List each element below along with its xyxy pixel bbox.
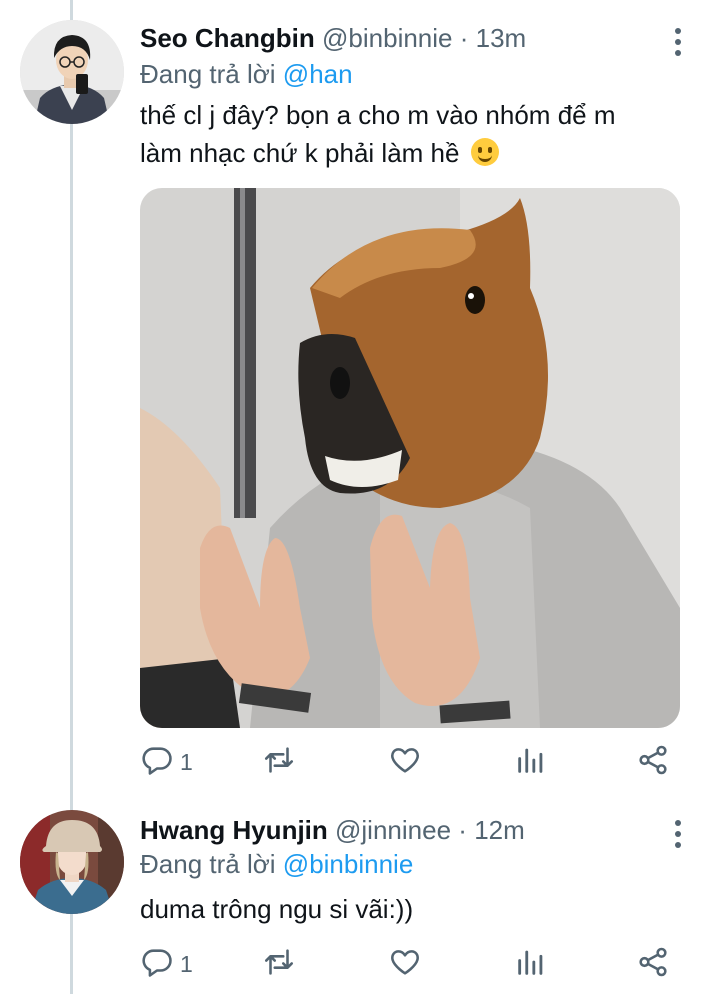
retweet-icon [262, 945, 296, 984]
user-handle[interactable]: @jinninee [335, 815, 451, 845]
timestamp[interactable]: 13m [476, 23, 527, 53]
more-icon[interactable] [666, 24, 690, 60]
share-button[interactable] [636, 944, 670, 984]
replying-to: Đang trả lời @binbinnie [140, 848, 413, 880]
retweet-button[interactable] [262, 944, 296, 984]
reply-icon [140, 945, 174, 984]
mention-link[interactable]: @binbinnie [283, 849, 413, 879]
timestamp[interactable]: 12m [474, 815, 525, 845]
like-icon [388, 945, 422, 984]
reply-button[interactable]: 1 [140, 944, 193, 984]
more-icon[interactable] [666, 816, 690, 852]
avatar[interactable] [20, 20, 124, 124]
separator: · [458, 815, 467, 845]
tweet-image[interactable] [140, 188, 680, 728]
retweet-icon [262, 743, 296, 782]
analytics-icon [514, 945, 548, 984]
tweet-text-line: duma trông ngu si vãi:)) [140, 894, 414, 924]
separator: · [459, 23, 469, 53]
share-icon [636, 743, 670, 782]
reply-icon [140, 743, 174, 782]
display-name[interactable]: Hwang Hyunjin [140, 815, 328, 845]
slightly-smiling-face-icon [470, 138, 499, 166]
like-icon [388, 743, 422, 782]
retweet-button[interactable] [262, 742, 296, 782]
tweet-header: Seo Changbin @binbinnie · 13m [140, 22, 660, 54]
replying-to: Đang trả lời @han [140, 58, 353, 90]
share-icon [636, 945, 670, 984]
avatar[interactable] [20, 810, 124, 914]
tweet-header: Hwang Hyunjin @jinninee · 12m [140, 814, 660, 846]
analytics-icon [514, 743, 548, 782]
analytics-button[interactable] [514, 944, 548, 984]
replying-prefix: Đang trả lời [140, 59, 276, 89]
replying-prefix: Đang trả lời [140, 849, 276, 879]
reply-count: 1 [180, 950, 193, 977]
tweet-text: thế cl j đây? bọn a cho m vào nhóm để m … [140, 96, 700, 172]
user-handle[interactable]: @binbinnie [322, 23, 452, 53]
like-button[interactable] [388, 944, 422, 984]
tweet-text-line: làm nhạc chứ k phải làm hề [140, 138, 460, 168]
display-name[interactable]: Seo Changbin [140, 23, 315, 53]
tweet-actions: 1 [140, 944, 700, 984]
analytics-button[interactable] [514, 742, 548, 782]
tweet-text-line: thế cl j đây? bọn a cho m vào nhóm để m [140, 100, 616, 130]
reply-button[interactable]: 1 [140, 742, 193, 782]
mention-link[interactable]: @han [283, 59, 353, 89]
like-button[interactable] [388, 742, 422, 782]
reply-count: 1 [180, 748, 193, 775]
tweet-actions: 1 [140, 742, 700, 782]
tweet-text: duma trông ngu si vãi:)) [140, 890, 700, 928]
share-button[interactable] [636, 742, 670, 782]
